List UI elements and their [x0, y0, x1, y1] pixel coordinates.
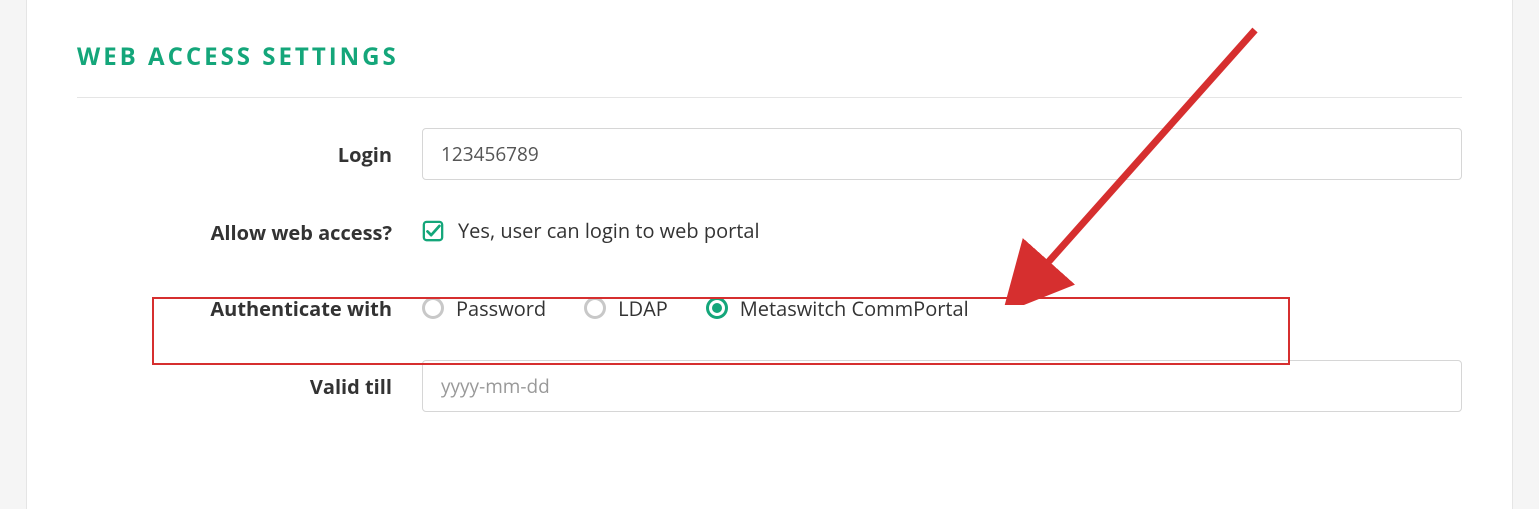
- valid-till-input[interactable]: [422, 360, 1462, 412]
- radio-circle-selected-icon: [706, 297, 728, 319]
- settings-card: WEB ACCESS SETTINGS Login Allow web acce…: [26, 0, 1513, 509]
- allow-web-text: Yes, user can login to web portal: [458, 217, 760, 244]
- section-title: WEB ACCESS SETTINGS: [77, 40, 1462, 73]
- radio-ldap-label: LDAP: [618, 295, 668, 322]
- section-divider: [77, 97, 1462, 98]
- row-allow-web: Allow web access? Yes, user can login to…: [77, 208, 1462, 256]
- radio-ldap[interactable]: LDAP: [584, 295, 668, 322]
- label-login: Login: [77, 141, 422, 168]
- control-authenticate: Password LDAP Metaswitch CommPortal: [422, 295, 1462, 322]
- radio-commportal[interactable]: Metaswitch CommPortal: [706, 295, 969, 322]
- auth-radio-group: Password LDAP Metaswitch CommPortal: [422, 295, 1462, 322]
- radio-circle-icon: [584, 297, 606, 319]
- row-authenticate: Authenticate with Password LDAP Metaswit…: [77, 284, 1462, 332]
- control-allow-web: Yes, user can login to web portal: [422, 217, 1462, 247]
- radio-commportal-label: Metaswitch CommPortal: [740, 295, 969, 322]
- radio-password[interactable]: Password: [422, 295, 546, 322]
- control-valid-till: [422, 360, 1462, 412]
- row-valid-till: Valid till: [77, 360, 1462, 412]
- checkbox-checked-icon: [422, 220, 444, 242]
- label-authenticate: Authenticate with: [77, 295, 422, 322]
- radio-circle-icon: [422, 297, 444, 319]
- allow-web-checkbox[interactable]: Yes, user can login to web portal: [422, 217, 760, 244]
- row-login: Login: [77, 128, 1462, 180]
- radio-password-label: Password: [456, 295, 546, 322]
- label-valid-till: Valid till: [77, 373, 422, 400]
- label-allow-web: Allow web access?: [77, 219, 422, 246]
- control-login: [422, 128, 1462, 180]
- login-input[interactable]: [422, 128, 1462, 180]
